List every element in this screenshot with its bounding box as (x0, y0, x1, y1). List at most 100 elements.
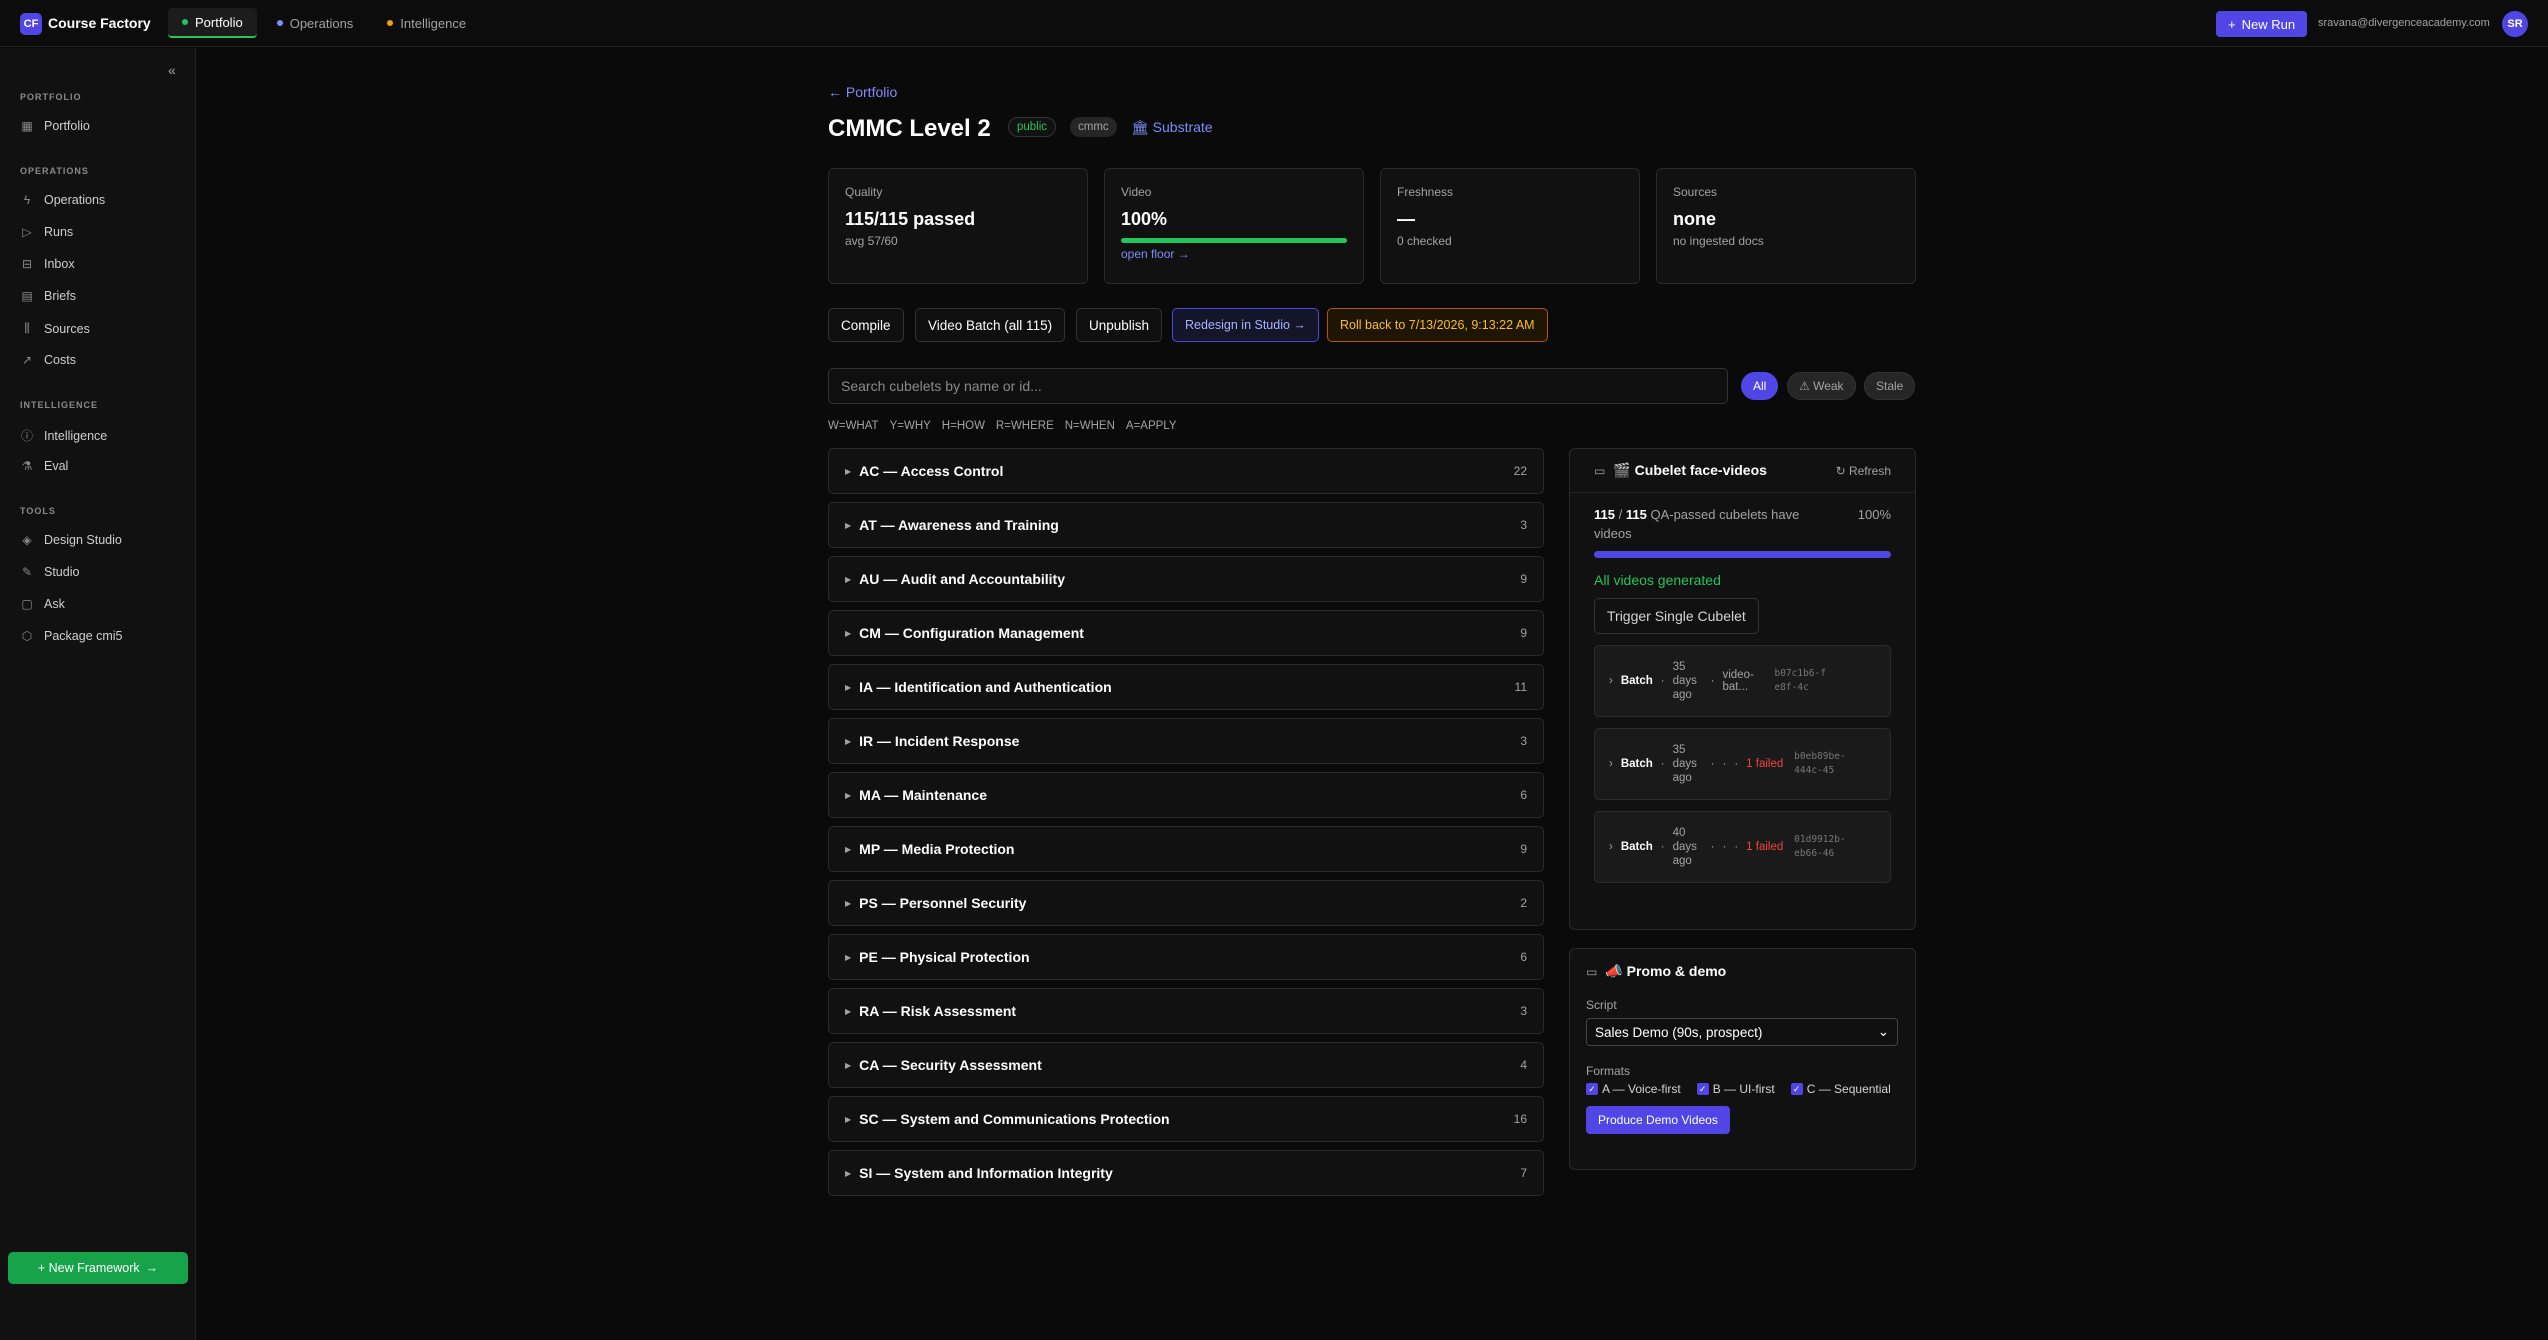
batch-id: 01d9912b-eb66-46 (1794, 834, 1846, 859)
filter-stale[interactable]: Stale (1864, 372, 1916, 400)
filter-all[interactable]: All (1741, 372, 1779, 400)
domain-row[interactable]: ▶ SI — System and Information Integrity 7 (828, 1150, 1544, 1196)
script-select[interactable]: Sales Demo (90s, prospect) ⌄ (1586, 1018, 1898, 1046)
domain-row[interactable]: ▶ AC — Access Control 22 (828, 448, 1544, 494)
new-framework-label: + New Framework (37, 1261, 140, 1275)
stat-value: 100% (1121, 209, 1168, 229)
domain-row[interactable]: ▶ MA — Maintenance 6 (828, 772, 1544, 818)
domain-name: PE — Physical Protection (859, 949, 1030, 965)
expand-triangle-icon: ▶ (845, 1006, 852, 1016)
sidebar-item-label: Intelligence (44, 428, 108, 443)
sidebar-item-package-cmi5[interactable]: ⬡ Package cmi5 (20, 629, 123, 643)
expand-triangle-icon: ▶ (845, 898, 852, 908)
checkbox-checked-icon[interactable]: ✓ (1790, 1083, 1803, 1095)
batch-failed: 1 failed (1746, 841, 1784, 853)
domain-count: 16 (1513, 1112, 1527, 1126)
sidebar-item-runs[interactable]: ▷ Runs (20, 225, 73, 239)
tab-operations[interactable]: Operations (263, 8, 368, 38)
compile-button[interactable]: Compile (828, 308, 904, 342)
sidebar-section-title: OPERATIONS (20, 166, 89, 176)
avatar[interactable]: SR (2502, 11, 2528, 37)
video-batch-button[interactable]: Video Batch (all 115) (915, 308, 1066, 342)
new-framework-button[interactable]: + New Framework → (8, 1252, 188, 1284)
tab-label: Portfolio (195, 14, 243, 30)
batch-row[interactable]: › Batch · 35 days ago · · · 1 failed b0eb89… (1594, 728, 1891, 800)
produce-demo-videos-button[interactable]: Produce Demo Videos (1586, 1106, 1730, 1134)
domain-count: 3 (1520, 734, 1527, 748)
domain-row[interactable]: ▶ CM — Configuration Management 9 (828, 610, 1544, 656)
domain-row[interactable]: ▶ AU — Audit and Accountability 9 (828, 556, 1544, 602)
domain-row[interactable]: ▶ MP — Media Protection 9 (828, 826, 1544, 872)
sidebar-item-costs[interactable]: ↗ Costs (20, 353, 76, 367)
rollback-button[interactable]: Roll back to 7/13/2026, 9:13:22 AM (1327, 308, 1548, 342)
tab-intelligence[interactable]: Intelligence (373, 8, 480, 38)
batch-row[interactable]: › Batch · 35 days ago · video-bat... b07c1… (1594, 645, 1891, 717)
domain-name: SI — System and Information Integrity (859, 1165, 1113, 1181)
domain-row[interactable]: ▶ RA — Risk Assessment 3 (828, 988, 1544, 1034)
domain-row[interactable]: ▶ IR — Incident Response 3 (828, 718, 1544, 764)
format-option[interactable]: ✓ A — Voice-first (1586, 1082, 1681, 1096)
domain-row[interactable]: ▶ IA — Identification and Authentication 1… (828, 664, 1544, 710)
sidebar-item-operations[interactable]: ϟ Operations (20, 193, 105, 207)
sidebar-item-ask[interactable]: ▢ Ask (20, 597, 65, 611)
refresh-button[interactable]: ↻ Refresh (1836, 464, 1891, 478)
format-option[interactable]: ✓ B — UI-first (1696, 1082, 1775, 1096)
domain-row[interactable]: ▶ CA — Security Assessment 4 (828, 1042, 1544, 1088)
expand-triangle-icon: ▶ (845, 1114, 852, 1124)
batch-id: b07c1b6-fe8f-4c (1774, 668, 1826, 693)
sidebar-item-briefs[interactable]: ▤ Briefs (20, 289, 76, 303)
batch-age: 35 days ago (1672, 744, 1697, 784)
video-count-done: 115 (1594, 507, 1615, 522)
format-option[interactable]: ✓ C — Sequential (1790, 1082, 1891, 1096)
domain-count: 4 (1520, 1058, 1527, 1072)
expand-triangle-icon: ▶ (845, 736, 852, 746)
visibility-badge: public (1008, 117, 1057, 137)
redesign-in-studio-button[interactable]: Redesign in Studio → (1172, 308, 1319, 342)
domain-row[interactable]: ▶ PE — Physical Protection 6 (828, 934, 1544, 980)
open-floor-link[interactable]: open floor → (1121, 247, 1347, 261)
sidebar-item-label: Runs (44, 225, 74, 239)
unpublish-button[interactable]: Unpublish (1076, 308, 1163, 342)
separator-dot-icon: · (1710, 758, 1715, 770)
batch-row[interactable]: › Batch · 40 days ago · · · 1 failed 01d991… (1594, 811, 1891, 883)
search-input[interactable] (828, 368, 1728, 404)
batch-label: Batch (1620, 758, 1653, 770)
domain-name: MA — Maintenance (859, 787, 987, 803)
checkbox-checked-icon[interactable]: ✓ (1696, 1083, 1709, 1095)
filter-weak[interactable]: ⚠ Weak (1787, 372, 1856, 400)
promo-panel-title: 📣 Promo & demo (1605, 963, 1727, 979)
sidebar-item-studio[interactable]: ✎ Studio (20, 565, 79, 579)
top-nav: Portfolio Operations Intelligence (168, 8, 480, 38)
sidebar-item-label: Operations (44, 193, 106, 207)
sidebar-item-sources[interactable]: ⫼ Sources (20, 321, 90, 336)
package-icon: ⬡ (21, 629, 33, 643)
checkbox-checked-icon[interactable]: ✓ (1586, 1083, 1598, 1095)
batch-id: b0eb89be-444c-45 (1794, 751, 1846, 776)
legend-item: A=APPLY (1125, 420, 1177, 432)
new-run-button[interactable]: + New Run (2216, 11, 2308, 37)
batch-extra: video-bat... (1722, 669, 1754, 693)
tag-badge: cmmc (1070, 117, 1117, 137)
domain-row[interactable]: ▶ PS — Personnel Security 2 (828, 880, 1544, 926)
domain-row[interactable]: ▶ SC — System and Communications Protecti… (828, 1096, 1544, 1142)
user-email: sravana@divergenceacademy.com (2318, 17, 2490, 29)
sidebar-item-portfolio[interactable]: ▦ Portfolio (20, 119, 90, 133)
sidebar-item-intelligence[interactable]: ⓘ Intelligence (20, 427, 107, 444)
trigger-single-cubelet-button[interactable]: Trigger Single Cubelet (1594, 598, 1759, 634)
stat-card-freshness: Freshness — 0 checked (1380, 168, 1640, 284)
sidebar-item-design-studio[interactable]: ◈ Design Studio (20, 533, 121, 547)
sidebar-item-inbox[interactable]: ⊟ Inbox (20, 257, 75, 271)
collapse-sidebar-icon[interactable]: « (168, 62, 176, 78)
back-link[interactable]: ← Portfolio (828, 84, 897, 100)
domain-row[interactable]: ▶ AT — Awareness and Training 3 (828, 502, 1544, 548)
flask-icon: ⚗ (21, 459, 33, 473)
sidebar-item-eval[interactable]: ⚗ Eval (20, 459, 69, 473)
sidebar-item-label: Inbox (44, 257, 75, 271)
chevron-right-icon: › (1609, 758, 1613, 770)
domain-count: 9 (1520, 572, 1527, 586)
video-count-sep: / (1618, 507, 1623, 522)
substrate-link[interactable]: 🏛 Substrate (1131, 119, 1213, 136)
document-icon: ▤ (21, 289, 33, 303)
video-coverage-line: 115 / 115 QA-passed cubelets have videos … (1594, 505, 1891, 543)
tab-portfolio[interactable]: Portfolio (168, 8, 257, 38)
